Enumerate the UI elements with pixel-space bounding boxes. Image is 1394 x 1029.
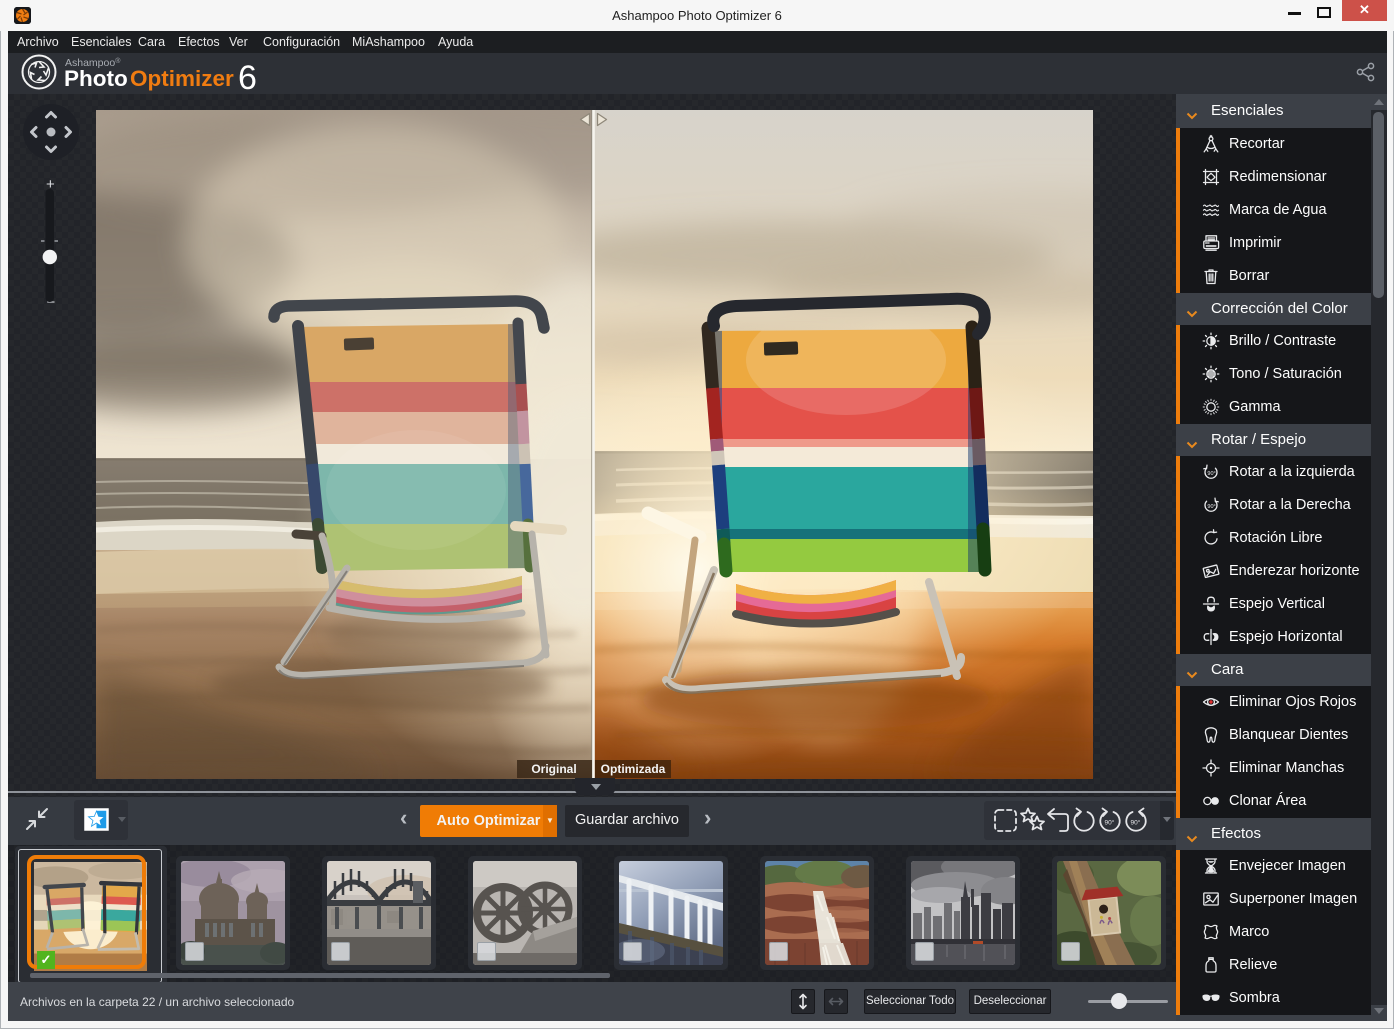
svg-text:Optimizer: Optimizer xyxy=(130,66,234,91)
svg-text:Photo: Photo xyxy=(64,66,128,91)
svg-text:90°: 90° xyxy=(1105,819,1115,827)
svg-text:Optimizada: Optimizada xyxy=(601,762,666,776)
svg-text:90°: 90° xyxy=(1207,471,1215,477)
svg-text:Original: Original xyxy=(531,762,576,776)
svg-text:90°: 90° xyxy=(1131,819,1141,827)
svg-text:6: 6 xyxy=(238,59,257,94)
svg-text:90°: 90° xyxy=(1207,504,1215,510)
